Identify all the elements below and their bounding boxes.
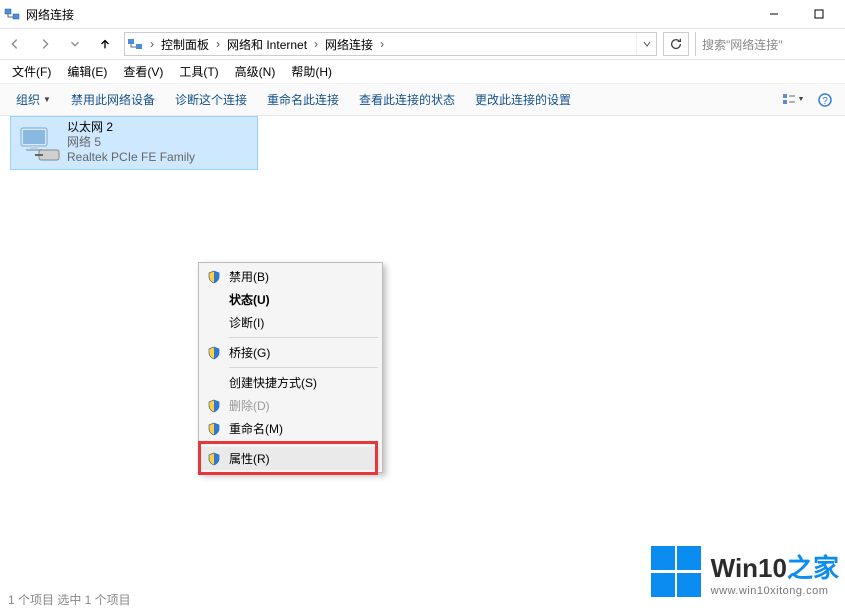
separator xyxy=(229,337,378,338)
window-title: 网络连接 xyxy=(26,6,74,23)
ctx-bridge[interactable]: 桥接(G) xyxy=(201,341,380,364)
separator xyxy=(229,443,378,444)
ctx-diagnose[interactable]: 诊断(I) xyxy=(201,311,380,334)
svg-text:?: ? xyxy=(822,96,828,107)
refresh-button[interactable] xyxy=(663,32,689,56)
chevron-right-icon[interactable]: › xyxy=(145,37,159,51)
shield-icon xyxy=(205,422,223,436)
toolbar-view-status[interactable]: 查看此连接的状态 xyxy=(349,87,465,112)
adapter-name: 以太网 2 xyxy=(67,120,195,135)
ctx-status[interactable]: 状态(U) xyxy=(201,288,380,311)
help-button[interactable]: ? xyxy=(811,88,839,112)
network-adapter-info: 以太网 2 网络 5 Realtek PCIe FE Family xyxy=(63,120,195,166)
app-icon xyxy=(4,6,20,22)
maximize-button[interactable] xyxy=(796,0,841,28)
network-adapter-icon xyxy=(15,120,63,168)
toolbar-organize[interactable]: 组织▼ xyxy=(6,87,61,112)
context-menu: 禁用(B) 状态(U) 诊断(I) 桥接(G) 创建快捷方式(S) 删除(D) … xyxy=(198,262,383,473)
adapter-status: 网络 5 xyxy=(67,135,195,150)
shield-icon xyxy=(205,346,223,360)
address-bar-row: › 控制面板 › 网络和 Internet › 网络连接 › 搜索"网络连接" xyxy=(0,28,845,60)
up-button[interactable] xyxy=(90,28,120,60)
toolbar-disable-device[interactable]: 禁用此网络设备 xyxy=(61,87,165,112)
address-history-dropdown[interactable] xyxy=(636,33,656,55)
titlebar: 网络连接 xyxy=(0,0,845,28)
shield-icon xyxy=(205,270,223,284)
toolbar-rename[interactable]: 重命名此连接 xyxy=(257,87,349,112)
shield-icon xyxy=(205,399,223,413)
chevron-right-icon[interactable]: › xyxy=(375,37,389,51)
content-area: 以太网 2 网络 5 Realtek PCIe FE Family 禁用(B) … xyxy=(0,116,845,566)
address-bar[interactable]: › 控制面板 › 网络和 Internet › 网络连接 › xyxy=(124,32,657,56)
breadcrumb-network-internet[interactable]: 网络和 Internet xyxy=(225,33,309,55)
menu-view[interactable]: 查看(V) xyxy=(117,61,169,82)
menu-advanced[interactable]: 高级(N) xyxy=(229,61,282,82)
adapter-description: Realtek PCIe FE Family xyxy=(67,150,195,165)
chevron-down-icon: ▼ xyxy=(798,96,805,103)
watermark: Win10之家 www.win10xitong.com xyxy=(651,546,839,598)
windows-logo-icon xyxy=(651,546,703,598)
watermark-url: www.win10xitong.com xyxy=(711,585,839,597)
menu-file[interactable]: 文件(F) xyxy=(6,61,57,82)
breadcrumb-control-panel[interactable]: 控制面板 xyxy=(159,33,211,55)
menu-bar: 文件(F) 编辑(E) 查看(V) 工具(T) 高级(N) 帮助(H) xyxy=(0,60,845,84)
back-button[interactable] xyxy=(0,28,30,60)
ctx-rename[interactable]: 重命名(M) xyxy=(201,417,380,440)
ctx-properties[interactable]: 属性(R) xyxy=(201,447,380,470)
chevron-right-icon[interactable]: › xyxy=(211,37,225,51)
menu-tools[interactable]: 工具(T) xyxy=(173,61,224,82)
status-bar-text: 1 个项目 选中 1 个项目 xyxy=(8,591,131,608)
separator xyxy=(229,367,378,368)
location-icon xyxy=(125,36,145,52)
toolbar-diagnose[interactable]: 诊断这个连接 xyxy=(165,87,257,112)
breadcrumb-network-connections[interactable]: 网络连接 xyxy=(323,33,375,55)
search-input[interactable]: 搜索"网络连接" xyxy=(695,32,845,56)
shield-icon xyxy=(205,452,223,466)
ctx-create-shortcut[interactable]: 创建快捷方式(S) xyxy=(201,371,380,394)
recent-locations-button[interactable] xyxy=(60,28,90,60)
ctx-delete: 删除(D) xyxy=(201,394,380,417)
minimize-button[interactable] xyxy=(751,0,796,28)
menu-edit[interactable]: 编辑(E) xyxy=(61,61,113,82)
chevron-right-icon[interactable]: › xyxy=(309,37,323,51)
view-options-button[interactable]: ▼ xyxy=(779,88,807,112)
watermark-brand: Win10之家 xyxy=(711,548,839,585)
forward-button[interactable] xyxy=(30,28,60,60)
menu-help[interactable]: 帮助(H) xyxy=(285,61,338,82)
ctx-disable[interactable]: 禁用(B) xyxy=(201,265,380,288)
chevron-down-icon: ▼ xyxy=(43,95,51,104)
toolbar: 组织▼ 禁用此网络设备 诊断这个连接 重命名此连接 查看此连接的状态 更改此连接… xyxy=(0,84,845,116)
network-adapter-item[interactable]: 以太网 2 网络 5 Realtek PCIe FE Family xyxy=(10,116,258,170)
search-placeholder: 搜索"网络连接" xyxy=(702,36,783,53)
toolbar-change-settings[interactable]: 更改此连接的设置 xyxy=(465,87,581,112)
